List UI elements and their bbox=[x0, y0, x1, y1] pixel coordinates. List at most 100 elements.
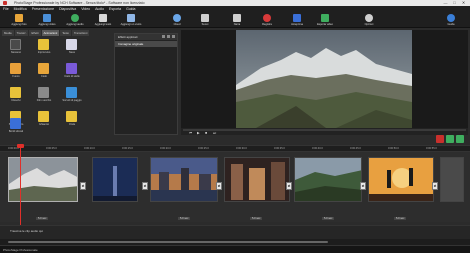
ice-icon bbox=[38, 111, 49, 122]
effect-item[interactable]: Sorvoli di paggio bbox=[60, 87, 84, 107]
timeline-clip[interactable] bbox=[224, 157, 290, 202]
add-audio-icon bbox=[71, 14, 79, 22]
effect-item[interactable]: Dissolvi bbox=[4, 87, 28, 107]
waves-icon bbox=[66, 111, 77, 122]
ruler-tick: 0:00:35.0 bbox=[274, 147, 285, 150]
window-title: PhotoStage Professionale by NCH Software… bbox=[14, 1, 145, 5]
add-video-icon bbox=[43, 14, 51, 22]
status-bar: PhotoStage Professionale bbox=[0, 245, 470, 253]
timeline-clip[interactable] bbox=[150, 157, 218, 202]
cloud-button[interactable]: Cloud bbox=[166, 13, 188, 27]
transition-marker[interactable]: ⇄ bbox=[80, 182, 86, 190]
flyby-icon bbox=[66, 87, 77, 98]
tab-media[interactable]: Media bbox=[2, 30, 14, 36]
sounds-button[interactable]: Suoni bbox=[194, 13, 216, 27]
effect-item[interactable]: Nessuno bbox=[4, 39, 28, 59]
add-audio-button[interactable]: Aggiungi audio bbox=[64, 13, 86, 27]
clip-thumbnail bbox=[151, 158, 217, 201]
effect-item[interactable]: Film vecchio bbox=[32, 87, 56, 107]
effect-item[interactable]: Fuoco bbox=[4, 63, 28, 83]
remove-icon[interactable] bbox=[436, 135, 444, 143]
transition-marker[interactable]: ⇄ bbox=[432, 182, 438, 190]
export-icon bbox=[321, 14, 329, 22]
snow-icon bbox=[66, 39, 77, 50]
old-film-icon bbox=[38, 87, 49, 98]
add-text-button[interactable]: Aggiungi testo bbox=[92, 13, 114, 27]
viewer-side-buttons bbox=[436, 135, 464, 143]
ruler-tick: 0:00:45.0 bbox=[350, 147, 361, 150]
sky-icon bbox=[38, 63, 49, 74]
timeline-clip[interactable] bbox=[8, 157, 78, 202]
ruler-tick: 0:00:20.0 bbox=[160, 147, 171, 150]
record-button[interactable]: Registra bbox=[256, 13, 278, 27]
stop-button[interactable]: ■ bbox=[205, 131, 207, 135]
add-text-icon bbox=[99, 14, 107, 22]
add-video-button[interactable]: Aggiungi video bbox=[36, 13, 58, 27]
transition-marker[interactable]: ⇄ bbox=[286, 182, 292, 190]
next-button[interactable]: ⏭ bbox=[213, 131, 216, 135]
timeline-track: ⇄ ⇄ ⇄ ⇄ ⇄ ⇄ bbox=[0, 152, 470, 222]
options-button[interactable]: Opzioni bbox=[358, 13, 380, 27]
status-text: PhotoStage Professionale bbox=[3, 248, 38, 252]
effect-item[interactable]: Cielo bbox=[32, 63, 56, 83]
playhead-line[interactable] bbox=[20, 145, 21, 225]
effect-item[interactable]: Onde bbox=[60, 111, 84, 131]
timeline-clip[interactable] bbox=[440, 157, 464, 202]
timeline-clip[interactable] bbox=[92, 157, 138, 202]
ruler-tick: 0:00:55.0 bbox=[426, 147, 437, 150]
confirm-icon[interactable] bbox=[446, 135, 454, 143]
ruler-tick: 0:00:15.0 bbox=[122, 147, 133, 150]
clip-duration: 5.0 sec bbox=[178, 217, 191, 220]
ruler-tick: 0:00:25.0 bbox=[198, 147, 209, 150]
mountain-photo bbox=[236, 30, 412, 128]
help-button[interactable]: Guida bbox=[440, 13, 462, 27]
ruler-tick: 0:00:10.0 bbox=[84, 147, 95, 150]
effect-item[interactable]: Cielo di stelle bbox=[60, 63, 84, 83]
effect-item[interactable]: Neve bbox=[60, 39, 84, 59]
add-photo-button[interactable]: Aggiungi foto bbox=[8, 13, 30, 27]
transition-marker[interactable]: ⇄ bbox=[142, 182, 148, 190]
delete-icon[interactable] bbox=[172, 35, 175, 38]
applied-effect-item[interactable]: Immagine originale bbox=[115, 41, 177, 47]
tab-effects[interactable]: Effetti bbox=[29, 30, 41, 36]
timeline-clip[interactable] bbox=[368, 157, 434, 202]
clip-thumbnail bbox=[295, 158, 361, 201]
record-icon bbox=[263, 14, 271, 22]
clip-thumbnail bbox=[441, 158, 463, 201]
scrollbar-thumb[interactable] bbox=[8, 241, 328, 243]
playhead-handle[interactable] bbox=[17, 144, 24, 148]
prev-button[interactable]: ⏮ bbox=[189, 131, 192, 135]
fullscreen-icon[interactable] bbox=[456, 135, 464, 143]
paste-icon[interactable] bbox=[167, 35, 170, 38]
tab-text[interactable]: Testo bbox=[60, 30, 71, 36]
effect-item[interactable]: Bordi sfocati bbox=[4, 118, 28, 138]
effect-item[interactable]: Ghiaccio bbox=[32, 111, 56, 131]
add-blank-icon bbox=[127, 14, 135, 22]
timeline-ruler[interactable]: 0:00:00.0 0:00:05.0 0:00:10.0 0:00:15.0 … bbox=[0, 145, 470, 152]
stars-icon bbox=[66, 63, 77, 74]
narrate-button[interactable]: Narra bbox=[226, 13, 248, 27]
add-blank-button[interactable]: Aggiungi un vuoto bbox=[120, 13, 142, 27]
app-icon bbox=[3, 1, 7, 5]
star-icon bbox=[38, 39, 49, 50]
none-icon bbox=[10, 39, 21, 50]
preview-button[interactable]: Anteprima bbox=[286, 13, 308, 27]
ruler-tick: 0:00:40.0 bbox=[312, 147, 323, 150]
preview-viewer bbox=[181, 30, 468, 128]
audio-drop-hint: Trascina le clip audio qui bbox=[10, 229, 43, 233]
preview-icon bbox=[293, 14, 301, 22]
tab-animations[interactable]: Animazioni bbox=[41, 30, 60, 36]
scrub-bar[interactable] bbox=[183, 129, 466, 131]
play-button[interactable]: ▶ bbox=[197, 131, 200, 135]
tab-transitions[interactable]: Transizioni bbox=[71, 30, 90, 36]
timeline-clip[interactable] bbox=[294, 157, 362, 202]
effect-item[interactable]: Improvviso bbox=[32, 39, 56, 59]
export-video-button[interactable]: Esporta video bbox=[314, 13, 336, 27]
transition-marker[interactable]: ⇄ bbox=[216, 182, 222, 190]
help-icon bbox=[447, 14, 455, 22]
tab-transitions-short[interactable]: Transiz. bbox=[14, 30, 29, 36]
audio-drop-zone[interactable]: Trascina le clip audio qui bbox=[0, 225, 470, 239]
copy-icon[interactable] bbox=[162, 35, 165, 38]
preview-image bbox=[236, 30, 412, 128]
transition-marker[interactable]: ⇄ bbox=[360, 182, 366, 190]
